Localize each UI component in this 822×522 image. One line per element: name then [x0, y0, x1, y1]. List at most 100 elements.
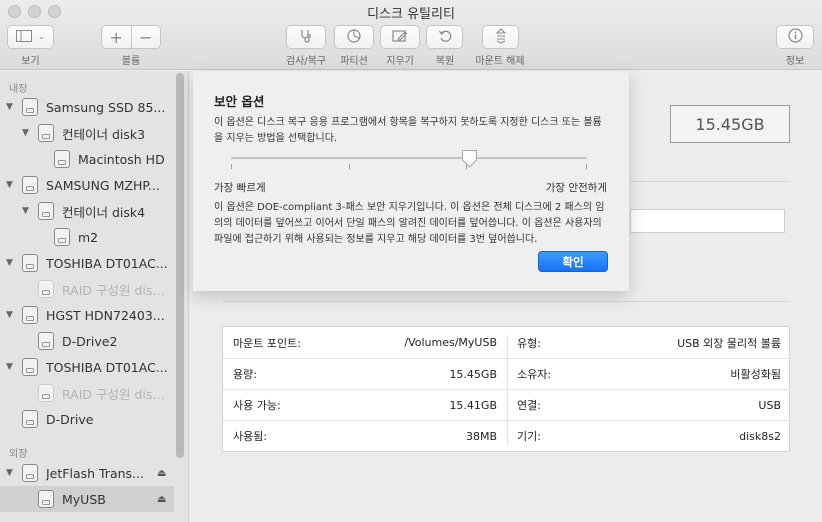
erase-button[interactable] — [380, 25, 420, 49]
restore-button[interactable] — [426, 25, 463, 49]
chevron-down-icon: ⌄ — [37, 32, 46, 42]
volume-info-table: 마운트 포인트: /Volumes/MyUSB 용량: 15.45GB 사용 가… — [222, 326, 791, 452]
info-row-connection: 연결: USB — [507, 389, 791, 420]
sidebar-item-raid-member[interactable]: RAID 구성원 disk... — [0, 380, 174, 406]
stethoscope-icon — [299, 29, 313, 46]
info-value: USB — [758, 398, 781, 412]
disclosure-triangle-icon[interactable]: ▼ — [6, 180, 13, 190]
view-button[interactable]: ⌄ — [7, 25, 54, 49]
erase-label: 지우기 — [386, 56, 414, 67]
slider-min-label: 가장 빠르게 — [214, 182, 266, 194]
sidebar-item-disk[interactable]: ▼ SAMSUNG MZHP... — [0, 172, 174, 198]
internal-section-header: 내장 — [9, 84, 28, 95]
info-button[interactable] — [776, 25, 814, 49]
sidebar: 내장 ▼ Samsung SSD 85... ▼ 컨테이너 disk3 Maci… — [0, 71, 189, 522]
sidebar-item-container[interactable]: ▼ 컨테이너 disk3 — [0, 120, 174, 146]
info-row-available: 사용 가능: 15.41GB — [223, 389, 507, 420]
sidebar-item-external-volume[interactable]: MyUSB ⏏ — [0, 486, 174, 512]
hard-disk-icon — [22, 410, 38, 428]
sidebar-item-volume[interactable]: Macintosh HD — [0, 146, 174, 172]
info-value: 15.41GB — [449, 398, 497, 412]
security-slider-track[interactable] — [231, 157, 587, 159]
hard-disk-icon — [38, 202, 54, 220]
sidebar-icon — [15, 29, 32, 45]
unmount-label: 마운트 해제 — [475, 56, 525, 67]
sidebar-item-volume[interactable]: D-Drive — [0, 406, 174, 432]
partition-label: 파티션 — [340, 56, 368, 67]
add-volume-button[interactable]: + — [102, 26, 131, 48]
sidebar-item-disk[interactable]: ▼ TOSHIBA DT01AC... — [0, 354, 174, 380]
disclosure-triangle-icon[interactable]: ▼ — [6, 102, 13, 112]
first-aid-button[interactable] — [286, 25, 326, 49]
slider-tick — [586, 164, 587, 169]
disclosure-triangle-icon[interactable]: ▼ — [6, 258, 13, 268]
sidebar-item-raid-member[interactable]: RAID 구성원 disk... — [0, 276, 174, 302]
sidebar-item-volume[interactable]: D-Drive2 — [0, 328, 174, 354]
sheet-description: 이 옵션은 디스크 복구 응용 프로그램에서 항목을 복구하지 못하도록 지정한… — [214, 117, 602, 144]
hard-disk-icon — [22, 98, 38, 116]
hard-disk-icon — [54, 150, 70, 168]
divider — [222, 301, 790, 302]
sidebar-item-label: RAID 구성원 disk... — [62, 386, 170, 402]
sidebar-item-label: m2 — [78, 229, 99, 245]
sidebar-item-disk[interactable]: ▼ TOSHIBA DT01AC... — [0, 250, 174, 276]
ok-button[interactable]: 확인 — [538, 251, 608, 272]
sidebar-item-label: Macintosh HD — [78, 151, 165, 167]
security-slider-knob[interactable] — [461, 149, 478, 169]
usb-drive-icon — [38, 490, 54, 508]
disclosure-triangle-icon[interactable]: ▼ — [6, 468, 13, 478]
sheet-detail-text: 이 옵션은 DOE-compliant 3-패스 보안 지우기입니다. 이 옵션… — [214, 202, 605, 245]
disclosure-triangle-icon[interactable]: ▼ — [22, 206, 29, 216]
sidebar-item-label: TOSHIBA DT01AC... — [46, 255, 168, 271]
hard-disk-icon — [54, 228, 70, 246]
volume-segment: + − — [101, 25, 161, 49]
unmount-button[interactable] — [482, 25, 519, 49]
info-key: 사용 가능: — [233, 399, 281, 412]
sidebar-scrollbar[interactable] — [176, 73, 184, 458]
sidebar-item-label: RAID 구성원 disk... — [62, 282, 170, 298]
info-label: 정보 — [785, 56, 805, 67]
slider-tick — [231, 164, 232, 169]
view-label: 보기 — [21, 56, 40, 67]
info-row-type: 유형: USB 외장 물리적 볼륨 — [507, 327, 791, 358]
info-icon — [787, 28, 803, 46]
info-key: 유형: — [517, 336, 541, 350]
sidebar-item-disk[interactable]: ▼ Samsung SSD 85... — [0, 94, 174, 120]
partition-button[interactable] — [334, 25, 374, 49]
unmount-icon — [495, 27, 507, 47]
titlebar: 디스크 유틸리티 ⌄ 보기 + − 볼륨 검사/복구 파티션 지우기 복원 마운… — [0, 0, 822, 70]
divider — [630, 181, 790, 182]
sidebar-item-external-disk[interactable]: ▼ JetFlash Trans... ⏏ — [0, 460, 174, 486]
info-row-owners: 소유자: 비활성화됨 — [507, 358, 791, 389]
info-row-device: 기기: disk8s2 — [507, 420, 791, 451]
slider-max-label: 가장 안전하게 — [545, 182, 607, 194]
disclosure-triangle-icon[interactable]: ▼ — [22, 128, 29, 138]
info-key: 기기: — [517, 430, 541, 443]
disclosure-triangle-icon[interactable]: ▼ — [6, 362, 13, 372]
sidebar-item-disk[interactable]: ▼ HGST HDN72403... — [0, 302, 174, 328]
sidebar-item-container[interactable]: ▼ 컨테이너 disk4 — [0, 198, 174, 224]
hard-disk-icon — [22, 176, 38, 194]
hard-disk-icon — [38, 332, 54, 350]
info-value: disk8s2 — [739, 429, 781, 443]
sidebar-item-label: JetFlash Trans... — [46, 465, 144, 481]
eject-icon[interactable]: ⏏ — [157, 494, 166, 505]
hard-disk-icon — [22, 254, 38, 272]
info-value: 38MB — [465, 429, 497, 443]
eject-icon[interactable]: ⏏ — [157, 468, 166, 479]
sidebar-item-label: MyUSB — [62, 491, 106, 507]
hard-disk-icon — [22, 306, 38, 324]
sidebar-item-label: 컨테이너 disk3 — [62, 126, 146, 142]
info-value: /Volumes/MyUSB — [404, 336, 497, 349]
sidebar-item-volume[interactable]: m2 — [0, 224, 174, 250]
hard-disk-icon — [22, 358, 38, 376]
hard-disk-icon — [38, 384, 54, 402]
restore-arrow-icon — [438, 29, 452, 46]
remove-volume-button[interactable]: − — [130, 26, 161, 48]
external-section-header: 외장 — [9, 449, 28, 460]
info-row-mount-point: 마운트 포인트: /Volumes/MyUSB — [223, 327, 507, 358]
info-key: 용량: — [233, 368, 257, 381]
info-value: USB 외장 물리적 볼륨 — [677, 336, 781, 350]
disclosure-triangle-icon[interactable]: ▼ — [6, 310, 13, 320]
erase-icon — [392, 29, 408, 46]
